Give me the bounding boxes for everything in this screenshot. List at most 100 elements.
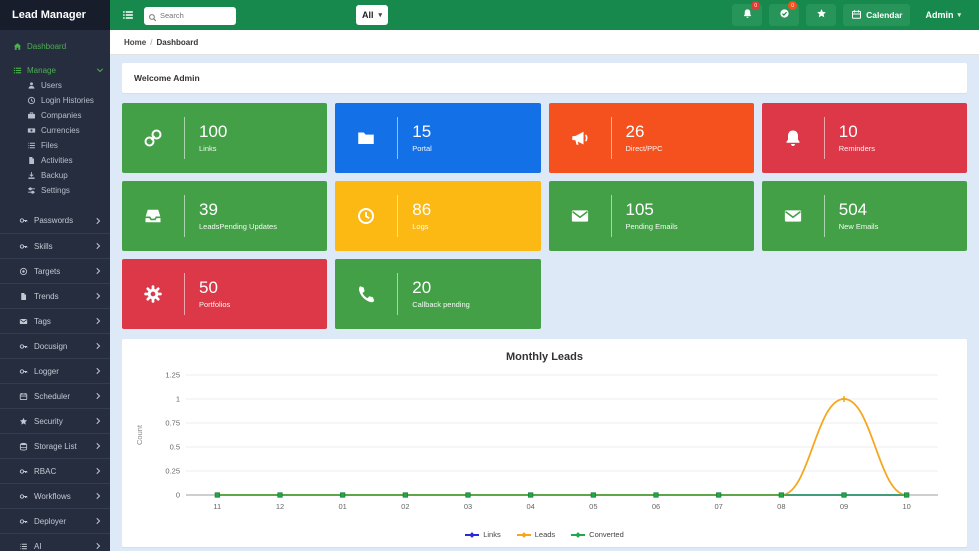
stat-label: Links	[199, 144, 227, 153]
sidebar-item-dashboard[interactable]: Dashboard	[0, 38, 110, 54]
sidebar-item-targets[interactable]: Targets	[0, 258, 110, 283]
sidebar-item-label: Workflows	[34, 492, 71, 501]
welcome-card: Welcome Admin	[122, 63, 967, 93]
key-icon	[18, 216, 28, 226]
chevron-down-icon: ▾	[957, 11, 961, 19]
sidebar-item-logger[interactable]: Logger	[0, 358, 110, 383]
stat-value: 504	[839, 201, 879, 220]
list-lines-icon	[18, 541, 28, 551]
sidebar-item-backup[interactable]: Backup	[0, 168, 110, 183]
sidebar-item-storage-list[interactable]: Storage List	[0, 433, 110, 458]
calendar-button[interactable]: Calendar	[843, 4, 910, 26]
tasks-button[interactable]: 0	[769, 4, 799, 26]
search-icon	[148, 9, 157, 18]
sidebar-item-activities[interactable]: Activities	[0, 153, 110, 168]
sidebar-item-users[interactable]: Users	[0, 78, 110, 93]
sidebar-item-label: Activities	[41, 156, 104, 165]
stat-value: 15	[412, 123, 432, 142]
breadcrumb-home[interactable]: Home	[124, 38, 146, 47]
filter-select[interactable]: All ▾	[356, 5, 388, 25]
admin-menu-label: Admin	[925, 10, 953, 20]
legend-label: Links	[483, 530, 501, 539]
svg-text:10: 10	[902, 502, 910, 511]
envelope-icon	[762, 206, 824, 226]
stat-card-links[interactable]: 100Links	[122, 103, 327, 173]
sidebar-item-label: Passwords	[34, 216, 73, 225]
stat-card-portal[interactable]: 15Portal	[335, 103, 540, 173]
key-icon	[18, 341, 28, 351]
key-icon	[18, 466, 28, 476]
sidebar-item-login-histories[interactable]: Login Histories	[0, 93, 110, 108]
sidebar-nav: Dashboard ManageUsersLogin HistoriesCompa…	[0, 30, 110, 551]
svg-text:0: 0	[176, 491, 180, 500]
sidebar-toggle-icon[interactable]	[120, 7, 136, 23]
stat-card-new-emails[interactable]: 504New Emails	[762, 181, 967, 251]
download-icon	[26, 171, 36, 181]
folder-icon	[335, 128, 397, 148]
notifications-badge: 0	[751, 1, 760, 10]
sidebar-item-trends[interactable]: Trends	[0, 283, 110, 308]
link-icon	[122, 128, 184, 148]
search-input[interactable]	[144, 7, 236, 25]
history-icon	[335, 206, 397, 226]
notifications-button[interactable]: 0	[732, 4, 762, 26]
menu-list-icon	[12, 65, 22, 75]
stat-card-reminders[interactable]: 10Reminders	[762, 103, 967, 173]
phone-icon	[335, 284, 397, 304]
calendar-button-label: Calendar	[866, 10, 902, 20]
chevron-right-icon	[94, 517, 102, 525]
svg-text:02: 02	[401, 502, 409, 511]
sidebar-item-files[interactable]: Files	[0, 138, 110, 153]
stat-card-pending-emails[interactable]: 105 Pending Emails	[549, 181, 754, 251]
sidebar-item-label: Targets	[34, 267, 60, 276]
key-icon	[18, 366, 28, 376]
stat-label: LeadsPending Updates	[199, 222, 277, 231]
sidebar-item-skills[interactable]: Skills	[0, 233, 110, 258]
svg-text:07: 07	[714, 502, 722, 511]
top-navbar: All ▾ 0 0 Calendar Admin ▾	[110, 0, 979, 30]
legend-label: Converted	[589, 530, 624, 539]
legend-item-links[interactable]: Links	[465, 530, 501, 539]
stat-label: Pending Emails	[626, 222, 678, 231]
stat-value: 20	[412, 279, 470, 298]
sidebar-item-manage[interactable]: Manage	[0, 62, 110, 78]
chevron-right-icon	[94, 292, 102, 300]
briefcase-icon	[26, 111, 36, 121]
sidebar-item-settings[interactable]: Settings	[0, 183, 110, 198]
sidebar-item-rbac[interactable]: RBAC	[0, 458, 110, 483]
sidebar-item-companies[interactable]: Companies	[0, 108, 110, 123]
inbox-icon	[122, 206, 184, 226]
chevron-right-icon	[94, 542, 102, 550]
legend-item-converted[interactable]: Converted	[571, 530, 624, 539]
sidebar-item-currencies[interactable]: Currencies	[0, 123, 110, 138]
sidebar-item-ai[interactable]: AI	[0, 533, 110, 551]
stat-card-logs[interactable]: 86Logs	[335, 181, 540, 251]
legend-item-leads[interactable]: Leads	[517, 530, 555, 539]
stat-card-portfolios[interactable]: 50Portfolios	[122, 259, 327, 329]
stat-card-direct-ppc[interactable]: 26Direct/PPC	[549, 103, 754, 173]
database-icon	[18, 441, 28, 451]
sidebar-item-workflows[interactable]: Workflows	[0, 483, 110, 508]
svg-text:08: 08	[777, 502, 785, 511]
sidebar-item-label: Security	[34, 417, 63, 426]
sidebar-item-tags[interactable]: Tags	[0, 308, 110, 333]
sidebar-item-label: Logger	[34, 367, 59, 376]
favorites-button[interactable]	[806, 4, 836, 26]
sidebar-item-label: Backup	[41, 171, 104, 180]
sidebar-item-passwords[interactable]: Passwords	[0, 208, 110, 233]
svg-text:06: 06	[652, 502, 660, 511]
breadcrumb-current: Dashboard	[156, 38, 198, 47]
stat-label: Direct/PPC	[626, 144, 663, 153]
stat-card-leadspending-updates[interactable]: 39LeadsPending Updates	[122, 181, 327, 251]
stat-card-callback-pending[interactable]: 20Callback pending	[335, 259, 540, 329]
admin-menu[interactable]: Admin ▾	[917, 10, 969, 20]
gear-icon	[122, 284, 184, 304]
sidebar-item-security[interactable]: Security	[0, 408, 110, 433]
sidebar-item-docusign[interactable]: Docusign	[0, 333, 110, 358]
key-icon	[18, 241, 28, 251]
sidebar-item-deployer[interactable]: Deployer	[0, 508, 110, 533]
sidebar-item-scheduler[interactable]: Scheduler	[0, 383, 110, 408]
chevron-right-icon	[94, 342, 102, 350]
sidebar-item-label: Skills	[34, 242, 53, 251]
stat-value: 105	[626, 201, 678, 220]
